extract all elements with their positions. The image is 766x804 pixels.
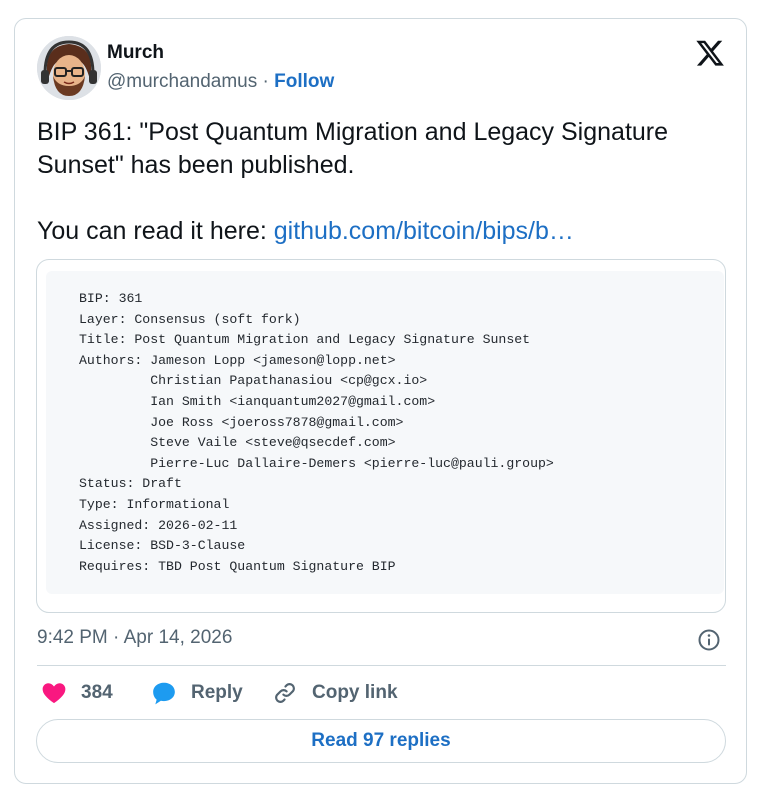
handle-separator: ·: [257, 71, 275, 92]
github-link[interactable]: github.com/bitcoin/bips/b…: [274, 217, 574, 245]
x-logo-icon[interactable]: [696, 40, 724, 66]
divider: [37, 665, 726, 666]
read-replies-button[interactable]: Read 97 replies: [36, 719, 726, 763]
info-icon[interactable]: [697, 628, 721, 652]
tweet-line-2-prefix: You can read it here:: [37, 217, 274, 245]
copy-link-button[interactable]: Copy link: [272, 679, 398, 707]
code-line: Type: Informational: [79, 496, 230, 512]
code-line: Steve Vaile <steve@qsecdef.com>: [79, 435, 396, 451]
like-count: 384: [81, 682, 113, 703]
tweet-card: Murch @murchandamus · Follow BIP 361: "P…: [14, 18, 747, 784]
follow-button[interactable]: Follow: [274, 71, 334, 92]
code-line: Status: Draft: [79, 476, 182, 492]
code-line: Title: Post Quantum Migration and Legacy…: [79, 332, 531, 348]
tweet-line-1: BIP 361: "Post Quantum Migration and Leg…: [37, 118, 669, 179]
timestamp[interactable]: 9:42 PM · Apr 14, 2026: [37, 627, 232, 649]
code-text: BIP: 361 Layer: Consensus (soft fork) Titl…: [79, 289, 554, 577]
like-button[interactable]: 384: [41, 679, 113, 707]
reply-label: Reply: [191, 682, 243, 703]
code-line: Layer: Consensus (soft fork): [79, 311, 301, 327]
copy-link-label: Copy link: [312, 682, 398, 703]
code-line: Assigned: 2026-02-11: [79, 517, 238, 533]
avatar-image: [37, 36, 101, 100]
code-line: Pierre-Luc Dallaire-Demers <pierre-luc@p…: [79, 455, 554, 471]
code-line: Authors: Jameson Lopp <jameson@lopp.net>: [79, 352, 396, 368]
heart-icon: [41, 680, 67, 706]
link-icon: [272, 680, 298, 706]
code-line: BIP: 361: [79, 291, 143, 306]
author-handle[interactable]: @murchandamus: [107, 71, 257, 92]
media-image[interactable]: BIP: 361 Layer: Consensus (soft fork) Titl…: [36, 259, 726, 613]
code-line: License: BSD-3-Clause: [79, 538, 246, 554]
author-name[interactable]: Murch: [107, 42, 164, 64]
tweet-text: BIP 361: "Post Quantum Migration and Leg…: [37, 116, 727, 248]
code-block: BIP: 361 Layer: Consensus (soft fork) Titl…: [46, 271, 724, 594]
tweet-line-2: You can read it here: github.com/bitcoin…: [37, 215, 727, 248]
code-line: Ian Smith <ianquantum2027@gmail.com>: [79, 393, 436, 409]
speech-bubble-icon: [151, 680, 177, 706]
avatar[interactable]: [37, 36, 101, 100]
code-line: Joe Ross <joeross7878@gmail.com>: [79, 414, 404, 430]
code-line: Requires: TBD Post Quantum Signature BIP: [79, 558, 396, 574]
author-handle-row: @murchandamus · Follow: [107, 71, 334, 93]
code-line: Christian Papathanasiou <cp@gcx.io>: [79, 373, 428, 389]
reply-button[interactable]: Reply: [151, 679, 243, 707]
